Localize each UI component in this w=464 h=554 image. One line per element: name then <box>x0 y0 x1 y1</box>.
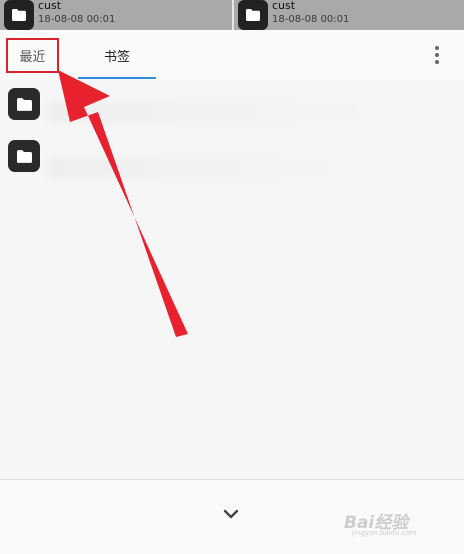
bottom-sheet: 最近 书签 <box>0 30 464 554</box>
background-file-item: cust 18-08-08 00:01 <box>0 0 232 30</box>
list-item[interactable] <box>0 140 464 186</box>
blurred-item-label <box>48 102 434 122</box>
list-item[interactable] <box>0 88 464 134</box>
folder-icon <box>8 140 40 172</box>
file-date: 18-08-08 00:01 <box>38 14 116 25</box>
background-file-grid: cust 18-08-08 00:01 cust 18-08-08 00:01 <box>0 0 464 30</box>
blurred-item-label <box>48 158 400 178</box>
watermark-logo: Bai经验 jingyan.baidu.com <box>344 500 456 537</box>
background-file-item: cust 18-08-08 00:01 <box>234 0 464 30</box>
folder-icon <box>8 88 40 120</box>
folder-icon <box>238 0 268 30</box>
folder-icon <box>4 0 34 30</box>
tab-bar: 最近 书签 <box>0 30 464 80</box>
active-tab-indicator <box>78 77 156 79</box>
tab-bookmarks-label: 书签 <box>103 50 130 65</box>
file-name: cust <box>38 0 62 12</box>
chevron-down-icon[interactable] <box>219 502 243 526</box>
more-vert-icon[interactable] <box>426 42 448 68</box>
tab-bookmarks[interactable]: 书签 <box>78 38 156 73</box>
file-date: 18-08-08 00:01 <box>272 14 350 25</box>
tab-recent-label: 最近 <box>19 50 46 65</box>
watermark-subtext: jingyan.baidu.com <box>352 529 417 537</box>
tab-recent[interactable]: 最近 <box>6 38 59 73</box>
file-name: cust <box>272 0 296 12</box>
